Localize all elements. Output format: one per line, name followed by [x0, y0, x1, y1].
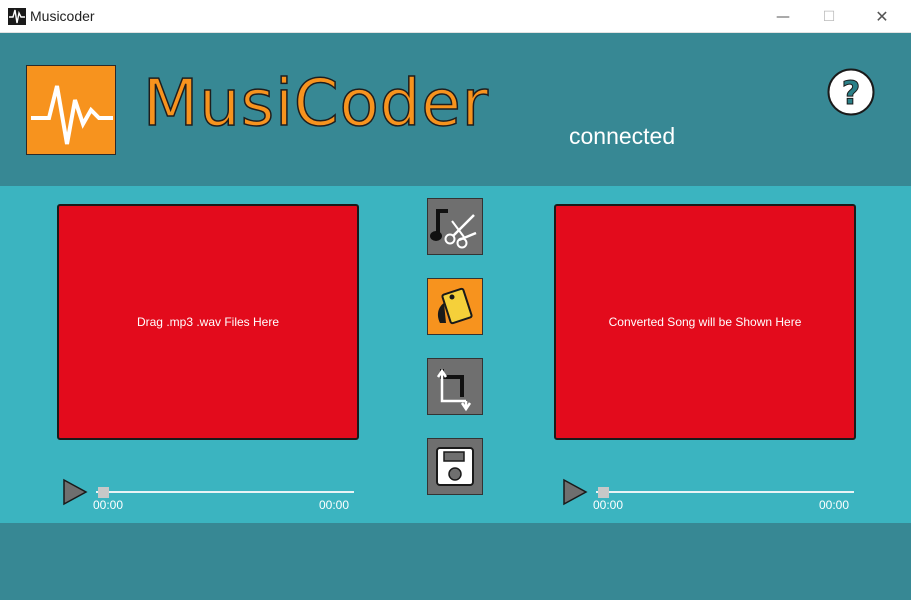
close-button[interactable]: ✕: [859, 0, 905, 33]
output-display-zone: Converted Song will be Shown Here: [554, 204, 856, 440]
window-title: Musicoder: [30, 8, 95, 24]
input-play-icon[interactable]: [62, 478, 88, 506]
output-seek-thumb[interactable]: [598, 487, 609, 498]
input-seek-track[interactable]: [96, 491, 354, 493]
input-current-time: 00:00: [93, 498, 124, 512]
output-total-time: 00:00: [819, 498, 850, 512]
output-current-time: 00:00: [593, 498, 624, 512]
crop-icon: [436, 368, 472, 412]
window-titlebar: Musicoder — ☐ ✕: [0, 0, 911, 33]
app-waveform-icon: [8, 8, 26, 25]
waveform-logo-icon: [31, 85, 113, 145]
input-drop-zone[interactable]: Drag .mp3 .wav Files Here: [57, 204, 359, 440]
color-swatch-icon: [437, 287, 473, 325]
app-footer: [0, 523, 911, 600]
save-button[interactable]: [427, 438, 483, 495]
brand-title: MusiCoder: [142, 67, 490, 141]
music-scissors-icon: [430, 209, 477, 249]
floppy-disk-icon: [436, 447, 474, 486]
svg-text:?: ?: [842, 74, 861, 112]
color-swatch-button[interactable]: [427, 278, 483, 335]
connection-status: connected: [569, 123, 676, 149]
output-seek-track[interactable]: [596, 491, 854, 493]
input-drop-zone-label: Drag .mp3 .wav Files Here: [136, 315, 280, 329]
minimize-button[interactable]: —: [760, 0, 806, 33]
question-mark-icon[interactable]: ?: [827, 68, 875, 116]
input-seek-thumb[interactable]: [98, 487, 109, 498]
input-total-time: 00:00: [319, 498, 350, 512]
app-logo: [26, 65, 116, 155]
output-display-label: Converted Song will be Shown Here: [608, 315, 802, 329]
maximize-button[interactable]: ☐: [806, 0, 852, 33]
crop-button[interactable]: [427, 358, 483, 415]
music-cut-button[interactable]: [427, 198, 483, 255]
output-play-icon[interactable]: [562, 478, 588, 506]
